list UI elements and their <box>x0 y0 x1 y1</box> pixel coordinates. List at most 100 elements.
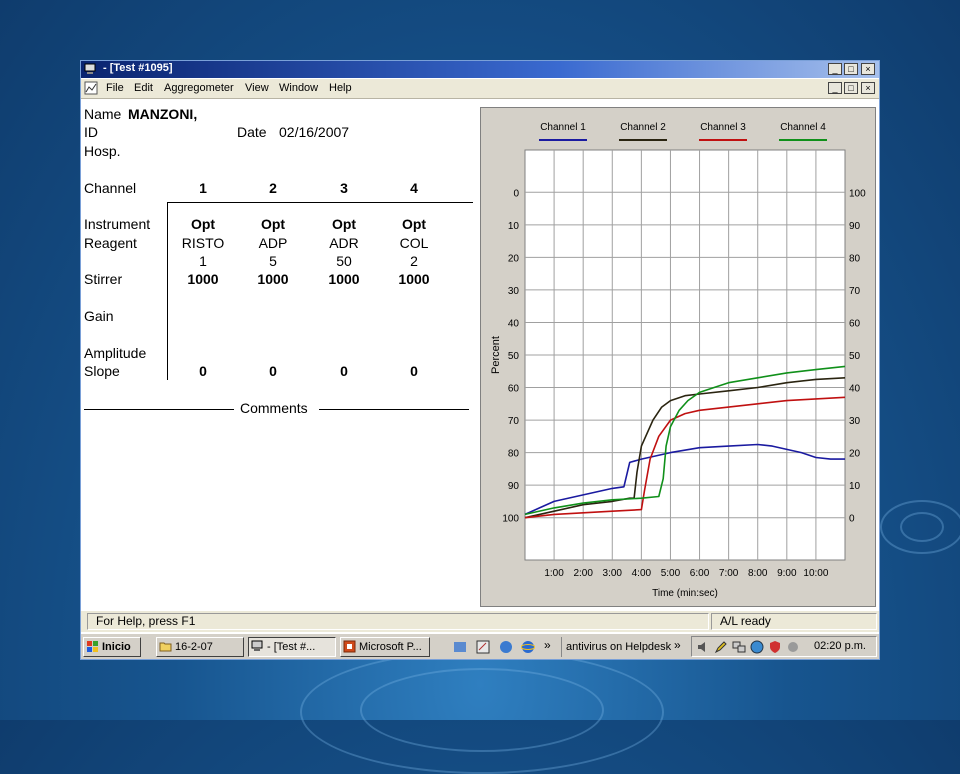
taskbar: Inicio 16-2-07 - [Test #... Microsoft P.… <box>81 633 879 659</box>
doc-minimize-button[interactable]: _ <box>828 82 842 94</box>
tray-app-icon[interactable] <box>786 640 800 654</box>
network-icon[interactable] <box>732 640 746 654</box>
quicklaunch-chevron[interactable]: » <box>544 638 551 652</box>
doc-close-button[interactable]: × <box>861 82 875 94</box>
comments-label: Comments <box>240 400 308 416</box>
stirrer-value: 1000 <box>328 271 360 287</box>
y-left-tick-label: 30 <box>508 286 520 297</box>
taskbar-powerpoint-label: Microsoft P... <box>359 641 422 653</box>
legend-entry-label: Channel 4 <box>780 122 826 133</box>
y-left-tick-label: 100 <box>502 514 519 525</box>
aggregation-chart-panel: Channel 1 Channel 2 Channel 3 Channel 4 0 10… <box>480 107 876 607</box>
y-right-tick-label: 100 <box>849 188 866 199</box>
y-right-tick-label: 40 <box>849 384 861 395</box>
reagent-dose: 50 <box>336 253 352 269</box>
quicklaunch-icon[interactable] <box>453 640 467 654</box>
document-icon[interactable] <box>84 81 98 95</box>
menu-window[interactable]: Window <box>279 82 318 94</box>
volume-icon[interactable] <box>696 640 710 654</box>
channel-number: 3 <box>340 180 348 196</box>
reagent-dose: 1 <box>199 253 207 269</box>
reagent-value: COL <box>399 235 429 251</box>
background-ripple <box>360 668 604 752</box>
y-left-tick-label: 40 <box>508 318 520 329</box>
start-label: Inicio <box>102 641 131 653</box>
window-title: - [Test #1095] <box>103 62 173 74</box>
x-tick-label: 10:00 <box>803 568 828 579</box>
x-tick-label: 1:00 <box>544 568 564 579</box>
quicklaunch-icon[interactable] <box>476 640 490 654</box>
hosp-label: Hosp. <box>84 143 121 159</box>
y-axis-label: Percent <box>490 336 502 374</box>
reagent-value: ADR <box>329 235 359 251</box>
stirrer-value: 1000 <box>398 271 430 287</box>
taskbar-folder-button[interactable]: 16-2-07 <box>156 637 244 657</box>
comments-rule-right <box>319 409 469 410</box>
y-right-tick-label: 60 <box>849 318 861 329</box>
app-icon <box>84 63 96 74</box>
y-axis-left: 0 10 20 30 40 50 60 70 80 90 100 <box>502 188 519 524</box>
doc-restore-button[interactable]: □ <box>844 82 858 94</box>
slope-value: 0 <box>340 363 348 379</box>
date-value: 02/16/2007 <box>279 124 350 140</box>
powerpoint-icon <box>343 640 356 653</box>
x-axis: 1:00 2:00 3:00 4:00 5:00 6:00 7:00 8:00 9:00 10:0… <box>544 568 828 579</box>
browser-icon[interactable] <box>521 640 535 654</box>
menu-view[interactable]: View <box>245 82 269 94</box>
folder-icon <box>159 642 172 652</box>
y-right-tick-label: 70 <box>849 286 861 297</box>
windows-logo-icon <box>87 641 98 652</box>
maximize-button[interactable]: □ <box>844 63 858 75</box>
name-label: Name <box>84 106 122 122</box>
reagent-value: RISTO <box>181 235 225 251</box>
pencil-icon[interactable] <box>714 640 728 654</box>
y-axis-right: 1009080706050403020100 <box>849 188 866 524</box>
legend-entry-label: Channel 2 <box>620 122 666 133</box>
menu-help[interactable]: Help <box>329 82 352 94</box>
instrument-value: Opt <box>331 216 357 232</box>
x-tick-label: 6:00 <box>690 568 710 579</box>
menu-bar: File Edit Aggregometer View Window Help … <box>81 79 879 99</box>
date-label: Date <box>237 124 267 140</box>
clock: 02:20 p.m. <box>814 640 866 652</box>
antivirus-toolbar[interactable]: antivirus on Helpdesk <box>566 641 671 653</box>
id-label: ID <box>84 124 98 140</box>
stirrer-label: Stirrer <box>84 271 123 287</box>
slope-value: 0 <box>199 363 207 379</box>
stirrer-value: 1000 <box>257 271 289 287</box>
system-tray: 02:20 p.m. <box>691 636 877 657</box>
toolbar-chevron[interactable]: » <box>674 638 681 652</box>
y-left-tick-label: 80 <box>508 449 520 460</box>
minimize-button[interactable]: _ <box>828 63 842 75</box>
instrument-value: Opt <box>190 216 216 232</box>
menu-file[interactable]: File <box>106 82 124 94</box>
reagent-dose: 2 <box>410 253 418 269</box>
menu-edit[interactable]: Edit <box>134 82 153 94</box>
start-button[interactable]: Inicio <box>83 637 141 657</box>
analyzer-status: A/L ready <box>711 613 877 630</box>
globe-icon[interactable] <box>750 640 764 654</box>
channel-label: Channel <box>84 180 137 196</box>
instrument-label: Instrument <box>84 216 151 232</box>
instrument-value: Opt <box>260 216 286 232</box>
slope-label: Slope <box>84 363 120 379</box>
slope-value: 0 <box>410 363 418 379</box>
menu-aggregometer[interactable]: Aggregometer <box>164 82 234 94</box>
y-left-tick-label: 10 <box>508 221 520 232</box>
channel-number: 4 <box>410 180 418 196</box>
title-bar[interactable]: - [Test #1095] _ □ × <box>81 61 879 78</box>
slope-value: 0 <box>269 363 277 379</box>
channel-number: 2 <box>269 180 277 196</box>
shield-icon[interactable] <box>768 640 782 654</box>
table-top-rule <box>167 202 473 203</box>
taskbar-test-button[interactable]: - [Test #... <box>248 637 336 657</box>
application-window: - [Test #1095] _ □ × File Edit Aggregome… <box>80 60 880 660</box>
taskbar-powerpoint-button[interactable]: Microsoft P... <box>340 637 430 657</box>
close-button[interactable]: × <box>861 63 875 75</box>
x-tick-label: 7:00 <box>719 568 739 579</box>
reagent-dose: 5 <box>269 253 277 269</box>
background-ripple <box>900 512 944 542</box>
y-right-tick-label: 0 <box>849 514 855 525</box>
quicklaunch-icon[interactable] <box>499 640 513 654</box>
y-right-tick-label: 10 <box>849 481 861 492</box>
